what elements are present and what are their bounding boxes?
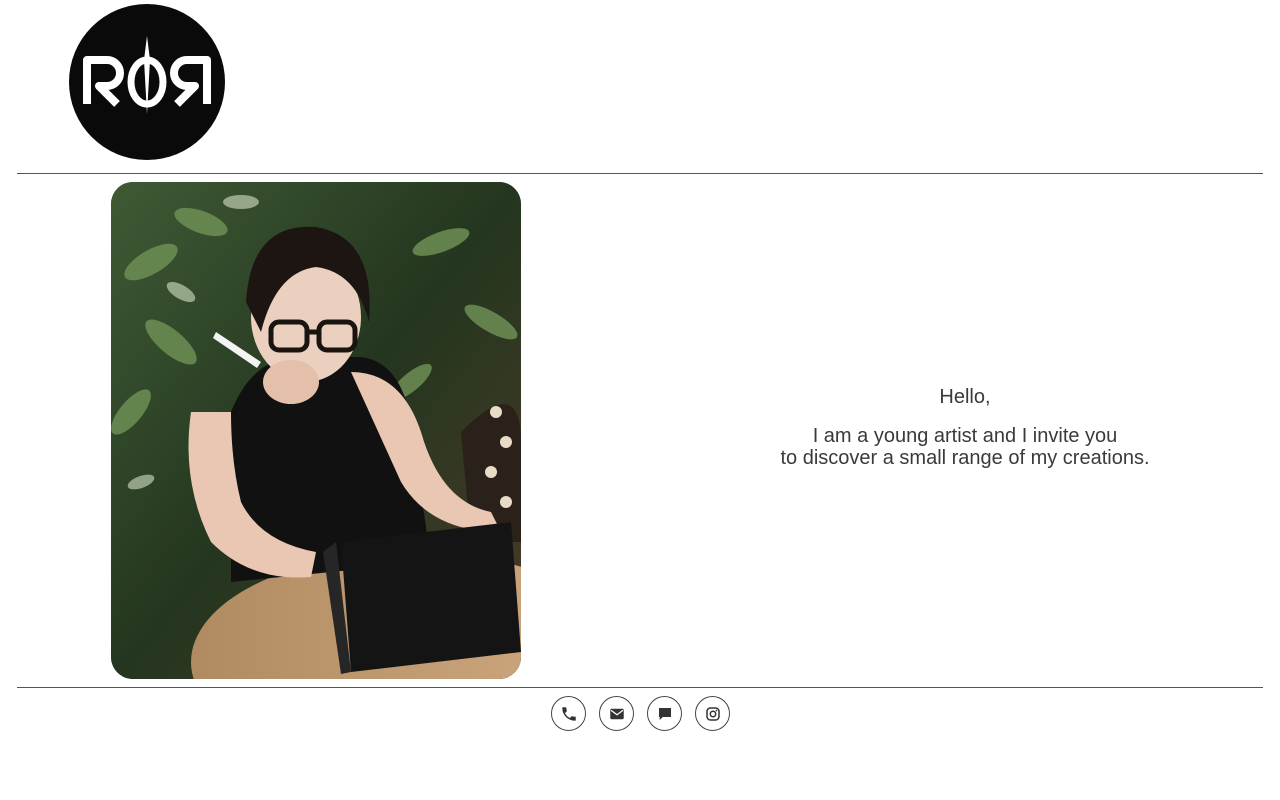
instagram-button[interactable] xyxy=(695,696,730,731)
header-divider xyxy=(17,173,1263,174)
logo-link[interactable] xyxy=(69,4,225,160)
intro-line-2: to discover a small range of my creation… xyxy=(780,447,1150,469)
contact-links xyxy=(551,696,730,731)
footer-divider xyxy=(17,687,1263,688)
greeting-text: Hello, xyxy=(939,386,991,408)
artist-portrait-image xyxy=(111,182,521,679)
chat-bubble-icon xyxy=(658,707,671,720)
phone-button[interactable] xyxy=(551,696,586,731)
email-button[interactable] xyxy=(599,696,634,731)
intro-line-1: I am a young artist and I invite you xyxy=(812,425,1118,447)
instagram-icon xyxy=(705,706,720,721)
intro-text: Hello, I am a young artist and I invite … xyxy=(700,386,1230,469)
ror-logo-icon xyxy=(83,36,211,114)
artist-photo xyxy=(111,182,521,679)
phone-icon xyxy=(561,706,576,721)
envelope-icon xyxy=(609,708,624,719)
chat-button[interactable] xyxy=(647,696,682,731)
page: Hello, I am a young artist and I invite … xyxy=(0,0,1280,800)
